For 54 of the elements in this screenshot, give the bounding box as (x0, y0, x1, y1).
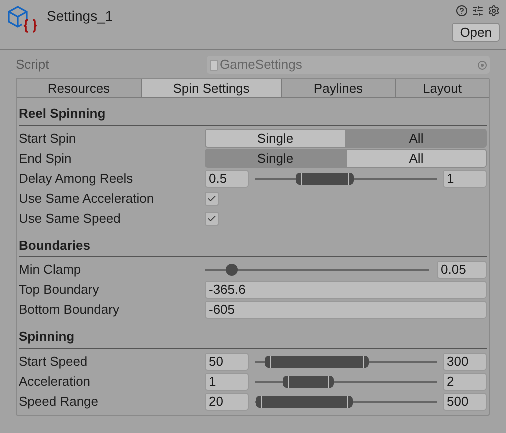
max-field[interactable]: 1 (443, 170, 487, 188)
range-handle[interactable] (363, 356, 370, 368)
range-track[interactable] (255, 396, 437, 408)
script-file-icon (210, 60, 218, 70)
field-label: Use Same Acceleration (19, 190, 156, 208)
min-field[interactable]: 1 (205, 372, 249, 390)
range-handle[interactable] (348, 172, 354, 184)
text-field[interactable]: -605 (205, 301, 487, 319)
open-button[interactable]: Open (452, 23, 500, 42)
toggle-option[interactable]: Single (205, 129, 346, 148)
section-header: Spinning (19, 327, 487, 348)
field-label: Bottom Boundary (19, 301, 120, 320)
text-field[interactable]: -365.6 (205, 281, 487, 299)
range-handle[interactable] (328, 376, 334, 388)
min-field[interactable]: 0.5 (205, 170, 249, 188)
toggle-option[interactable]: Single (205, 149, 346, 168)
field-label: Acceleration (19, 372, 92, 391)
range-handle[interactable] (256, 396, 262, 408)
section-header: Boundaries (19, 236, 487, 257)
field-label: End Spin (19, 150, 73, 168)
max-field[interactable]: 2 (443, 372, 487, 390)
max-field[interactable]: 300 (443, 352, 487, 370)
range-handle[interactable] (264, 356, 271, 368)
checkbox[interactable] (205, 192, 219, 206)
tab[interactable]: Resources (17, 79, 142, 97)
field-label: Speed Range (19, 392, 100, 411)
min-field[interactable]: 50 (205, 352, 249, 370)
field-label: Start Spin (19, 130, 78, 148)
range-track[interactable] (255, 356, 437, 368)
settings-icon[interactable] (488, 5, 500, 17)
field-label: Top Boundary (19, 281, 100, 300)
range-handle[interactable] (296, 172, 302, 184)
range-handle[interactable] (282, 376, 289, 388)
max-field[interactable]: 500 (443, 392, 487, 410)
section-header: Reel Spinning (19, 104, 487, 126)
tab[interactable]: Spin Settings (142, 79, 282, 97)
value-field[interactable]: 0.05 (437, 261, 487, 279)
asset-title: Settings_1 (47, 7, 114, 26)
script-asset-icon (6, 4, 38, 34)
slider-track[interactable] (205, 264, 429, 276)
field-label: Script (16, 56, 50, 74)
min-field[interactable]: 20 (205, 392, 249, 410)
range-track[interactable] (255, 376, 437, 388)
field-label: Delay Among Reels (19, 170, 134, 188)
help-icon[interactable] (456, 5, 468, 17)
range-track[interactable] (255, 172, 437, 184)
sliders-icon[interactable] (472, 5, 484, 17)
field-label: Use Same Speed (19, 210, 122, 228)
toggle-option[interactable]: All (346, 129, 487, 148)
toggle-option[interactable]: All (346, 149, 487, 168)
field-label: Min Clamp (19, 261, 82, 280)
slider-thumb[interactable] (226, 264, 238, 276)
checkbox[interactable] (205, 212, 219, 226)
field-label: Start Speed (19, 352, 89, 371)
